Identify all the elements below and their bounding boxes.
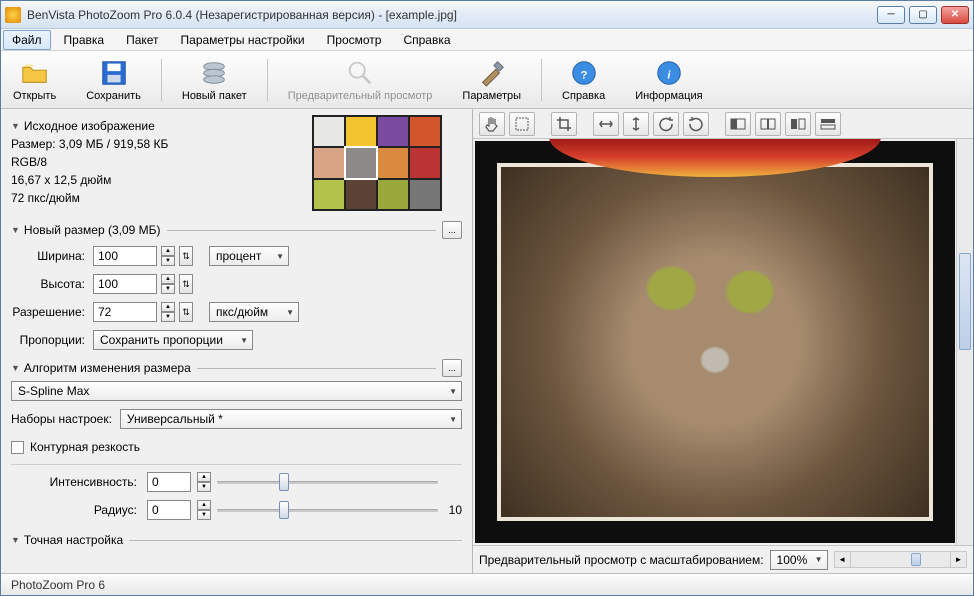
toolbar-separator (267, 59, 268, 101)
params-label: Параметры (462, 90, 521, 102)
navigator-thumbnail[interactable] (312, 115, 442, 211)
newsize-more-button[interactable]: ... (442, 221, 462, 239)
intensity-input[interactable] (147, 472, 191, 492)
main-toolbar: Открыть Сохранить Новый пакет Предварите… (1, 51, 973, 109)
preview-image (475, 141, 955, 543)
radius-input[interactable] (147, 500, 191, 520)
marquee-tool-button[interactable] (509, 112, 535, 136)
preview-button[interactable]: Предварительный просмотр (284, 56, 437, 104)
help-button[interactable]: ? Справка (558, 56, 609, 104)
radius-slider[interactable] (217, 500, 438, 520)
info-icon: i (653, 58, 685, 88)
split-center-button[interactable] (755, 112, 781, 136)
flip-h-button[interactable] (593, 112, 619, 136)
save-button[interactable]: Сохранить (82, 56, 145, 104)
toolbar-separator (541, 59, 542, 101)
folder-open-icon (19, 58, 51, 88)
split-vertical-button[interactable] (785, 112, 811, 136)
intensity-spinner[interactable]: ▲▼ (197, 472, 211, 492)
newsize-header[interactable]: Новый размер (3,09 МБ) (24, 223, 161, 237)
resolution-spinner[interactable]: ▲▼ (161, 302, 175, 322)
height-label: Высота: (11, 277, 89, 291)
batch-icon (198, 58, 230, 88)
preview-toolbar (473, 109, 973, 139)
method-combo[interactable]: S-Spline Max (11, 381, 462, 401)
unsharp-label: Контурная резкость (30, 440, 140, 454)
radius-label: Радиус: (11, 503, 141, 517)
titlebar: BenVista PhotoZoom Pro 6.0.4 (Незарегист… (1, 1, 973, 29)
status-text: PhotoZoom Pro 6 (11, 578, 105, 592)
resolution-unit-combo[interactable]: пкс/дюйм (209, 302, 299, 322)
height-input[interactable] (93, 274, 157, 294)
new-batch-button[interactable]: Новый пакет (178, 56, 251, 104)
magnifier-icon (344, 58, 376, 88)
intensity-label: Интенсивность: (11, 475, 141, 489)
help-label: Справка (562, 90, 605, 102)
open-button[interactable]: Открыть (9, 56, 60, 104)
rotate-ccw-button[interactable] (653, 112, 679, 136)
maximize-button[interactable]: ▢ (909, 6, 937, 24)
radius-spinner[interactable]: ▲▼ (197, 500, 211, 520)
floppy-icon (98, 58, 130, 88)
new-batch-label: Новый пакет (182, 90, 247, 102)
window-title: BenVista PhotoZoom Pro 6.0.4 (Незарегист… (27, 8, 877, 22)
preset-combo[interactable]: Универсальный * (120, 409, 462, 429)
width-label: Ширина: (11, 249, 89, 263)
resolution-label: Разрешение: (11, 305, 89, 319)
zoom-combo[interactable]: 100% (770, 550, 828, 570)
height-spinner[interactable]: ▲▼ (161, 274, 175, 294)
size-unit-combo[interactable]: процент (209, 246, 289, 266)
menu-file[interactable]: Файл (3, 30, 51, 50)
algorithm-more-button[interactable]: ... (442, 359, 462, 377)
app-window: BenVista PhotoZoom Pro 6.0.4 (Незарегист… (0, 0, 974, 596)
params-button[interactable]: Параметры (458, 56, 525, 104)
toolbar-separator (161, 59, 162, 101)
tools-icon (476, 58, 508, 88)
proportions-label: Пропорции: (11, 333, 89, 347)
width-link-button[interactable]: ⇅ (179, 246, 193, 266)
algorithm-header[interactable]: Алгоритм изменения размера (24, 361, 191, 375)
preview-panel: Предварительный просмотр с масштабирован… (473, 109, 973, 573)
info-label: Информация (635, 90, 702, 102)
settings-panel: Исходное изображение Размер: 3,09 МБ / 9… (1, 109, 473, 573)
menu-help[interactable]: Справка (394, 30, 459, 50)
menu-batch[interactable]: Пакет (117, 30, 167, 50)
vertical-scrollbar[interactable] (956, 139, 973, 545)
resolution-link-button[interactable]: ⇅ (179, 302, 193, 322)
crop-button[interactable] (551, 112, 577, 136)
height-link-button[interactable]: ⇅ (179, 274, 193, 294)
close-button[interactable]: ✕ (941, 6, 969, 24)
proportions-combo[interactable]: Сохранить пропорции (93, 330, 253, 350)
svg-text:?: ? (580, 69, 587, 81)
split-horizontal-button[interactable] (815, 112, 841, 136)
statusbar: PhotoZoom Pro 6 (1, 573, 973, 595)
save-label: Сохранить (86, 90, 141, 102)
minimize-button[interactable]: ─ (877, 6, 905, 24)
menubar: Файл Правка Пакет Параметры настройки Пр… (1, 29, 973, 51)
rotate-cw-button[interactable] (683, 112, 709, 136)
open-label: Открыть (13, 90, 56, 102)
width-spinner[interactable]: ▲▼ (161, 246, 175, 266)
horizontal-scrollbar[interactable]: ◄ ► (834, 551, 967, 568)
menu-view[interactable]: Просмотр (318, 30, 391, 50)
resolution-input[interactable] (93, 302, 157, 322)
fine-tune-header[interactable]: Точная настройка (24, 533, 123, 547)
preview-footer: Предварительный просмотр с масштабирован… (473, 545, 973, 573)
unsharp-checkbox[interactable] (11, 441, 24, 454)
intensity-slider[interactable] (217, 472, 438, 492)
flip-v-button[interactable] (623, 112, 649, 136)
preview-zoom-label: Предварительный просмотр с масштабирован… (479, 553, 764, 567)
preset-label: Наборы настроек: (11, 412, 116, 426)
menu-prefs[interactable]: Параметры настройки (172, 30, 314, 50)
split-left-button[interactable] (725, 112, 751, 136)
width-input[interactable] (93, 246, 157, 266)
info-button[interactable]: i Информация (631, 56, 706, 104)
hand-tool-button[interactable] (479, 112, 505, 136)
menu-edit[interactable]: Правка (55, 30, 114, 50)
app-icon (5, 7, 21, 23)
preview-viewport[interactable] (473, 139, 973, 545)
preview-toolbar-label: Предварительный просмотр (288, 90, 433, 102)
help-icon: ? (568, 58, 600, 88)
radius-max: 10 (444, 503, 462, 517)
